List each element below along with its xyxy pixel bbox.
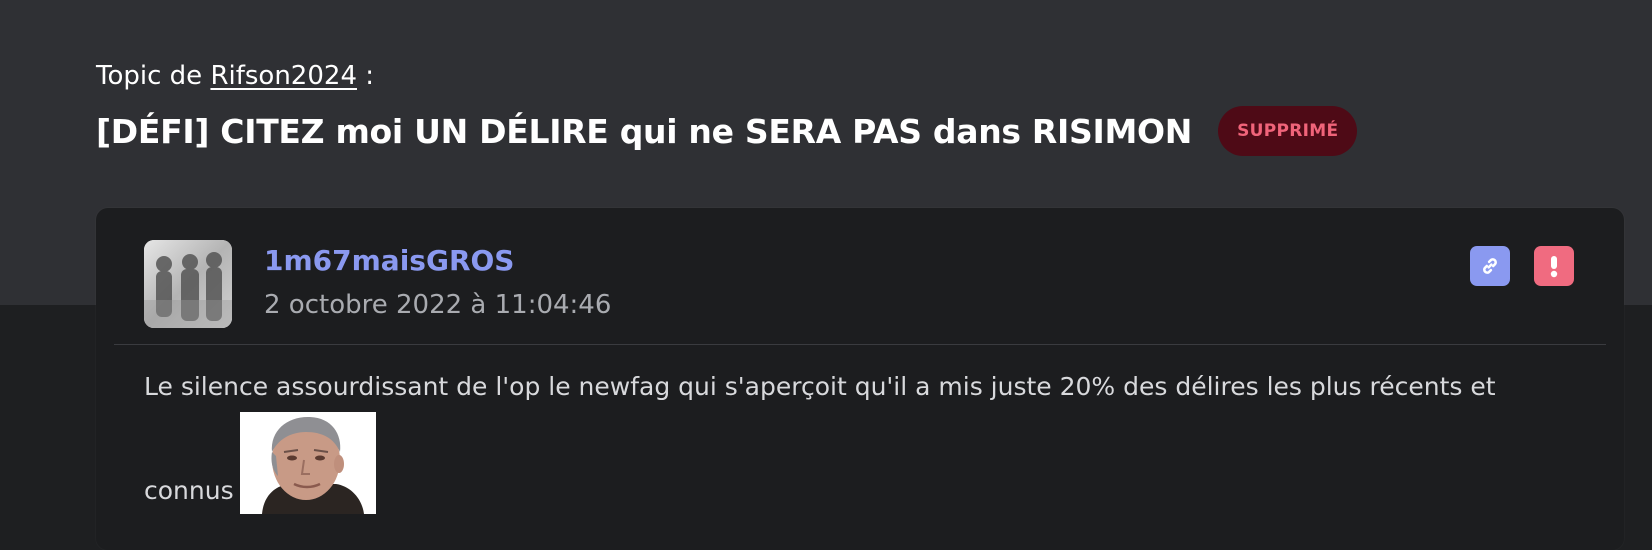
topic-title-row: [DÉFI] CITEZ moi UN DÉLIRE qui ne SERA P… — [96, 106, 1596, 156]
exclamation-icon — [1550, 256, 1558, 278]
link-icon — [1483, 258, 1497, 274]
topic-suffix: : — [365, 61, 375, 91]
sticker-face-image — [239, 412, 376, 514]
topic-title: [DÉFI] CITEZ moi UN DÉLIRE qui ne SERA P… — [96, 111, 1193, 151]
topic-header: Topic de Rifson2024 : [DÉFI] CITEZ moi U… — [96, 56, 1596, 156]
post-text-line-2-row: connus — [144, 412, 1584, 514]
post-text-line-1: Le silence assourdissant de l'op le newf… — [144, 372, 1496, 401]
sticker-image[interactable] — [239, 412, 376, 514]
post-divider — [114, 344, 1606, 345]
status-badge: SUPPRIMÉ — [1218, 106, 1358, 156]
post-date: 2 octobre 2022 à 11:04:46 — [264, 290, 612, 320]
avatar[interactable] — [144, 240, 232, 328]
post-card: 1m67maisGROS 2 octobre 2022 à 11:04:46 L… — [96, 208, 1624, 550]
avatar-image — [144, 240, 232, 328]
report-button[interactable] — [1534, 246, 1574, 286]
post-body: Le silence assourdissant de l'op le newf… — [144, 364, 1584, 514]
topic-author-link[interactable]: Rifson2024 — [210, 61, 357, 91]
topic-prefix: Topic de — [96, 61, 203, 91]
topic-author-line: Topic de Rifson2024 : — [96, 56, 1596, 96]
post-text-line-2: connus — [144, 476, 234, 505]
post-author-link[interactable]: 1m67maisGROS — [264, 244, 514, 277]
permalink-button[interactable] — [1470, 246, 1510, 286]
